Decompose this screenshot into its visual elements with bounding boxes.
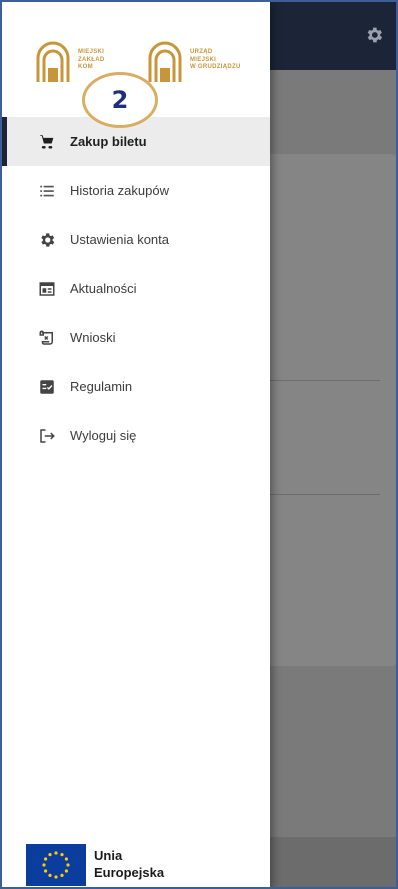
navigation-drawer: MIEJSKI ZAKŁAD KOM URZĄD MIEJSKI W GRUDZIĄDZ… [2, 2, 270, 887]
logo-row: MIEJSKI ZAKŁAD KOM URZĄD MIEJSKI W GRUDZIĄDZ… [36, 38, 266, 88]
gear-icon [41, 232, 55, 247]
menu-item-label: Wyloguj się [70, 428, 137, 443]
eu-label-line1: Unia [94, 848, 123, 863]
newspaper-icon [39, 281, 55, 296]
menu-item-ustawienia-konta[interactable]: Ustawienia konta [2, 215, 270, 264]
menu-item-wnioski[interactable]: Wnioski [2, 313, 270, 362]
document-scroll-icon [39, 330, 53, 345]
menu-item-label: Historia zakupów [70, 183, 169, 198]
right-logo-text: URZĄD MIEJSKI W GRUDZIĄDZU [190, 49, 241, 71]
menu-item-label: Regulamin [70, 379, 133, 394]
left-logo-text: MIEJSKI ZAKŁAD KOM [78, 49, 105, 71]
menu-item-regulamin[interactable]: Regulamin [2, 362, 270, 411]
menu-item-label: Ustawienia konta [70, 232, 169, 247]
divider [270, 494, 380, 495]
eu-flag-icon [26, 844, 86, 886]
step-badge: 2 [82, 72, 158, 128]
cart-icon [40, 134, 54, 149]
eu-label-line2: Europejska [94, 865, 165, 880]
logout-icon [40, 428, 55, 443]
menu-item-aktualnosci[interactable]: Aktualności [2, 264, 270, 313]
divider [270, 380, 380, 381]
eu-footer: Unia Europejska [26, 844, 246, 887]
list-icon [40, 185, 54, 196]
menu-item-historia-zakupow[interactable]: Historia zakupów [2, 166, 270, 215]
arch-logo-icon [36, 41, 70, 82]
arch-logo-icon [148, 41, 182, 82]
app-frame: MIEJSKI ZAKŁAD KOM URZĄD MIEJSKI W GRUDZIĄDZ… [0, 0, 398, 889]
menu-item-label: Zakup biletu [70, 134, 147, 149]
menu-item-label: Aktualności [70, 281, 137, 296]
checklist-icon [40, 379, 54, 394]
menu-item-label: Wnioski [70, 330, 116, 345]
right-logo: URZĄD MIEJSKI W GRUDZIĄDZU [148, 38, 266, 88]
drawer-menu: Zakup biletu Historia zakupów Ustawienia… [2, 117, 270, 460]
menu-item-wyloguj[interactable]: Wyloguj się [2, 411, 270, 460]
eu-label: Unia Europejska [94, 847, 164, 881]
gear-icon[interactable] [364, 25, 384, 45]
